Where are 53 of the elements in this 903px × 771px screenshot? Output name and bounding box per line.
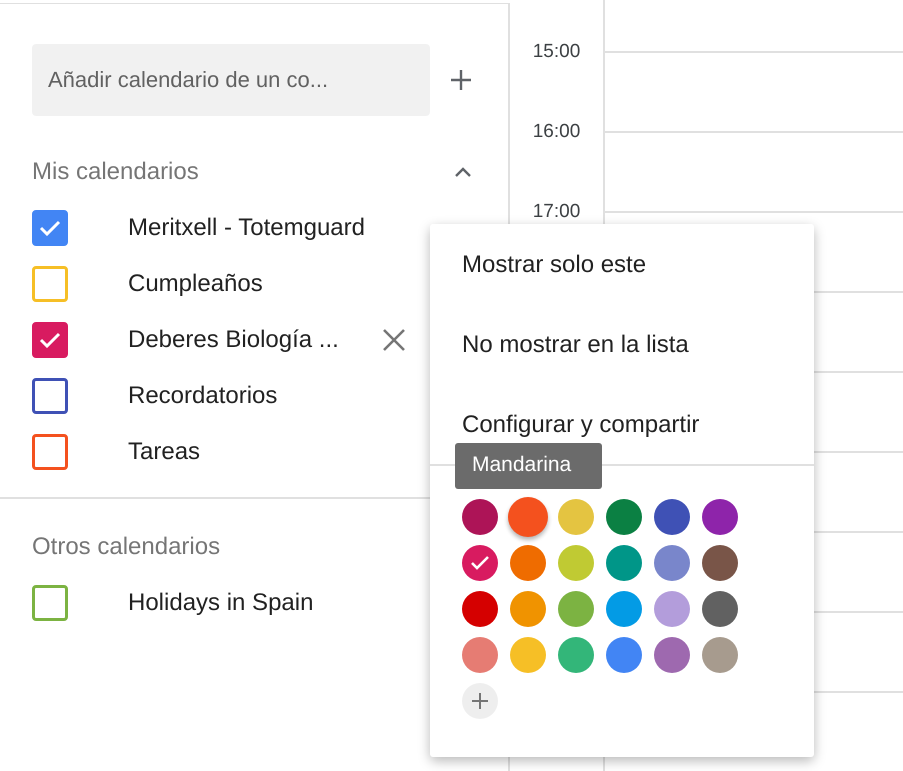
- calendar-checkbox[interactable]: [32, 434, 68, 470]
- color-swatch[interactable]: [462, 591, 498, 627]
- color-swatch[interactable]: [510, 637, 546, 673]
- color-swatch[interactable]: [702, 499, 738, 535]
- calendar-name[interactable]: Meritxell - Totemguard: [128, 214, 365, 242]
- menu-item[interactable]: Configurar y compartir: [462, 411, 700, 439]
- color-swatch[interactable]: [702, 591, 738, 627]
- color-swatch[interactable]: [558, 591, 594, 627]
- checkmark-icon: [39, 219, 61, 237]
- color-swatch[interactable]: [510, 591, 546, 627]
- calendar-checkbox[interactable]: [32, 585, 68, 621]
- calendar-checkbox[interactable]: [32, 210, 68, 246]
- checkmark-icon: [470, 555, 490, 571]
- calendar-checkbox[interactable]: [32, 378, 68, 414]
- time-label: 16:00: [532, 121, 580, 142]
- color-swatch[interactable]: [508, 497, 548, 537]
- color-swatch[interactable]: [606, 637, 642, 673]
- add-calendar-field[interactable]: Añadir calendario de un co...: [32, 44, 430, 116]
- plus-icon[interactable]: [450, 69, 472, 91]
- calendar-name[interactable]: Recordatorios: [128, 382, 278, 410]
- tooltip: Mandarina: [455, 443, 602, 489]
- color-swatch[interactable]: [702, 545, 738, 581]
- plus-icon: [471, 692, 489, 710]
- color-swatch[interactable]: [510, 545, 546, 581]
- calendar-name[interactable]: Holidays in Spain: [128, 589, 314, 617]
- close-icon[interactable]: [382, 328, 406, 352]
- color-swatch[interactable]: [558, 545, 594, 581]
- color-swatch[interactable]: [606, 499, 642, 535]
- time-label: 15:00: [532, 41, 580, 62]
- color-swatch[interactable]: [558, 499, 594, 535]
- color-swatch[interactable]: [462, 637, 498, 673]
- section-heading: Otros calendarios: [32, 533, 220, 561]
- color-swatch[interactable]: [462, 499, 498, 535]
- color-swatch[interactable]: [654, 545, 690, 581]
- color-swatch[interactable]: [606, 545, 642, 581]
- color-swatch[interactable]: [558, 637, 594, 673]
- menu-item[interactable]: No mostrar en la lista: [462, 331, 689, 359]
- color-swatch[interactable]: [654, 637, 690, 673]
- calendar-name[interactable]: Tareas: [128, 438, 200, 466]
- color-swatch[interactable]: [606, 591, 642, 627]
- menu-item[interactable]: Mostrar solo este: [462, 251, 646, 279]
- checkmark-icon: [39, 331, 61, 349]
- time-label: 17:00: [532, 201, 580, 222]
- color-swatch[interactable]: [654, 591, 690, 627]
- calendar-name[interactable]: Deberes Biología ...: [128, 326, 339, 354]
- calendar-checkbox[interactable]: [32, 322, 68, 358]
- color-swatch[interactable]: [702, 637, 738, 673]
- color-swatch[interactable]: [654, 499, 690, 535]
- chevron-up-icon[interactable]: [454, 166, 472, 178]
- section-heading: Mis calendarios: [32, 158, 199, 186]
- color-swatch[interactable]: [462, 545, 498, 581]
- add-color-button[interactable]: [462, 683, 498, 719]
- calendar-name[interactable]: Cumpleaños: [128, 270, 263, 298]
